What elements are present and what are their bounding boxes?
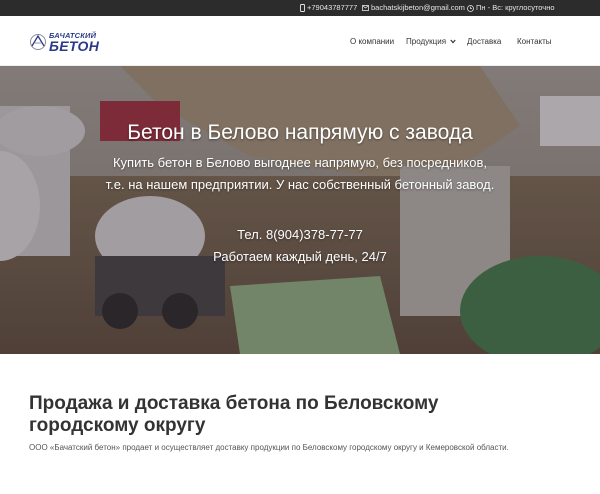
nav-item-contacts[interactable]: Контакты	[517, 36, 552, 47]
section-title: Продажа и доставка бетона по Беловскому …	[29, 393, 439, 436]
phone-icon	[300, 4, 305, 12]
topbar-phone-text: +79043787777	[307, 3, 358, 12]
clock-icon	[467, 4, 474, 12]
section-text: ООО «Бачатский бетон» продает и осуществ…	[29, 443, 509, 452]
topbar-phone[interactable]: +79043787777	[300, 2, 357, 13]
hero-subtitle-line2: т.е. на нашем предприятии. У нас собстве…	[105, 177, 495, 192]
site-header: БАЧАТСКИЙ БЕТОН О компании Продукция Дос…	[0, 16, 600, 66]
logo-text-main: БЕТОН	[49, 38, 100, 54]
topbar-hours-text: Пн - Вс: круглосуточно	[476, 3, 555, 12]
hero-subtitle-line1: Купить бетон в Белово выгоднее напрямую,…	[112, 155, 488, 170]
chevron-down-icon	[450, 40, 456, 44]
hero-hours: Работаем каждый день, 24/7	[213, 249, 387, 264]
nav-item-delivery[interactable]: Доставка	[467, 36, 501, 47]
hero-phone[interactable]: Тел. 8(904)378-77-77	[0, 226, 600, 244]
nav-item-about[interactable]: О компании	[350, 36, 394, 47]
topbar-email[interactable]: bachatskijbeton@gmail.com	[362, 2, 465, 13]
hero-title: Бетон в Белово напрямую с завода	[127, 121, 473, 144]
logo-emblem-icon	[30, 34, 46, 50]
nav-item-products-label: Продукция	[406, 37, 447, 46]
envelope-icon	[362, 5, 369, 11]
topbar-hours: Пн - Вс: круглосуточно	[467, 2, 555, 13]
site-logo[interactable]: БАЧАТСКИЙ БЕТОН	[29, 30, 111, 54]
top-bar: +79043787777 bachatskijbeton@gmail.com П…	[0, 0, 600, 16]
hero-banner: Бетон в Белово напрямую с завода Купить …	[0, 66, 600, 354]
nav-item-products[interactable]: Продукция	[406, 36, 456, 47]
hero-overlay	[0, 66, 600, 354]
topbar-email-text: bachatskijbeton@gmail.com	[371, 3, 465, 12]
